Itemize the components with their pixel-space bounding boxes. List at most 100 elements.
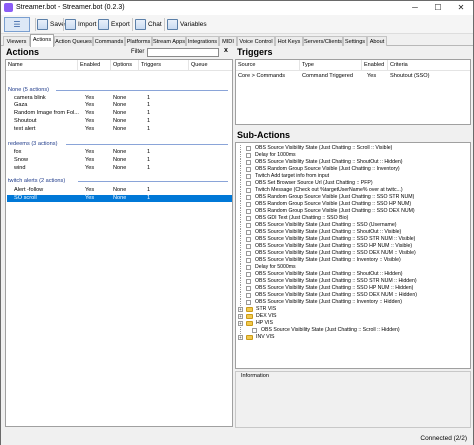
column-header-name[interactable]: Name [6,60,78,71]
import-button[interactable]: Import [65,17,96,32]
subaction-checkbox[interactable] [246,167,251,172]
subaction-item[interactable]: OBS GDI Text (Just Chatting :: SSO Bio) [236,215,468,222]
expand-icon[interactable]: + [238,314,243,319]
action-group-header[interactable]: redeems (3 actions) [8,140,57,148]
subaction-checkbox[interactable] [246,223,251,228]
tab-hot-keys[interactable]: Hot Keys [275,36,303,46]
column-header-enabled[interactable]: Enabled [362,60,388,71]
tab-integrations[interactable]: Integrations [186,36,219,46]
subaction-item[interactable]: OBS Random Group Source Visible (Just Ch… [236,201,468,208]
triggers-list[interactable]: Source Type Enabled Criteria Core > Comm… [235,59,471,125]
maximize-button[interactable]: ☐ [427,1,449,15]
subaction-checkbox[interactable] [246,209,251,214]
column-header-queue[interactable]: Queue [189,60,232,71]
action-row[interactable]: wind Yes None 1 [7,165,232,172]
subaction-group-dex[interactable]: + DEX VIS [236,313,468,320]
tab-action-queues[interactable]: Action Queues [54,36,93,46]
column-header-criteria[interactable]: Criteria [388,60,470,71]
subaction-checkbox[interactable] [246,237,251,242]
subaction-checkbox[interactable] [246,181,251,186]
action-row[interactable]: Gaza Yes None 1 [7,102,232,109]
subaction-item[interactable]: OBS Source Visibility State (Just Chatti… [236,159,468,166]
column-header-triggers[interactable]: Triggers [139,60,189,71]
chat-button[interactable]: Chat [135,17,162,32]
subaction-checkbox[interactable] [252,328,257,333]
subaction-checkbox[interactable] [246,216,251,221]
subaction-checkbox[interactable] [246,265,251,270]
subaction-item[interactable]: OBS Source Visibility State (Just Chatti… [236,257,468,264]
subaction-checkbox[interactable] [246,160,251,165]
subaction-item[interactable]: Delay for 1000ms [236,152,468,159]
tab-settings[interactable]: Settings [343,36,367,46]
expand-icon[interactable]: + [238,307,243,312]
subaction-item[interactable]: OBS Source Visibility State (Just Chatti… [236,145,468,152]
menu-button[interactable]: ☰ [4,17,30,32]
tab-actions[interactable]: Actions [30,34,54,47]
subaction-item[interactable]: OBS Source Visibility State (Just Chatti… [236,299,468,306]
tab-midi[interactable]: MIDI [219,36,237,46]
subaction-item[interactable]: OBS Set Browser Source Url (Just Chattin… [236,180,468,187]
subaction-item[interactable]: OBS Source Visibility State (Just Chatti… [236,327,468,334]
subaction-item[interactable]: Delay for 5000ms [236,264,468,271]
variables-button[interactable]: Variables [167,17,207,32]
clear-filter-button[interactable]: x [224,47,228,54]
subaction-checkbox[interactable] [246,258,251,263]
subaction-checkbox[interactable] [246,230,251,235]
subaction-item[interactable]: OBS Source Visibility State (Just Chatti… [236,271,468,278]
filter-input[interactable] [147,48,219,57]
subaction-checkbox[interactable] [246,202,251,207]
subaction-item[interactable]: OBS Source Visibility State (Just Chatti… [236,236,468,243]
action-row[interactable]: Shoutout Yes None 1 [7,118,232,125]
subaction-item[interactable]: OBS Random Group Source Visible (Just Ch… [236,194,468,201]
tab-viewers[interactable]: Viewers [3,36,30,46]
action-row[interactable]: camera blink Yes None 1 [7,95,232,102]
close-button[interactable]: ✕ [450,1,472,15]
subaction-checkbox[interactable] [246,153,251,158]
subaction-item[interactable]: OBS Source Visibility State (Just Chatti… [236,285,468,292]
tab-voice-control[interactable]: Voice Control [237,36,275,46]
subaction-checkbox[interactable] [246,293,251,298]
subaction-checkbox[interactable] [246,279,251,284]
action-group-header[interactable]: twitch alerts (2 actions) [8,177,65,185]
subaction-item[interactable]: OBS Source Visibility State (Just Chatti… [236,292,468,299]
subaction-item[interactable]: OBS Source Visibility State (Just Chatti… [236,222,468,229]
export-button[interactable]: Export [98,17,130,32]
subaction-checkbox[interactable] [246,272,251,277]
trigger-row[interactable]: Core > Commands Command Triggered Yes Sh… [236,72,470,80]
minimize-button[interactable]: ─ [404,1,426,15]
action-row[interactable]: Alert -follow Yes None 1 [7,187,232,194]
column-header-options[interactable]: Options [111,60,139,71]
subaction-checkbox[interactable] [246,300,251,305]
column-header-type[interactable]: Type [300,60,362,71]
subaction-checkbox[interactable] [246,286,251,291]
expand-icon[interactable]: + [238,321,243,326]
subaction-item[interactable]: OBS Source Visibility State (Just Chatti… [236,250,468,257]
column-header-source[interactable]: Source [236,60,300,71]
subactions-tree[interactable]: OBS Source Visibility State (Just Chatti… [235,142,471,369]
subaction-checkbox[interactable] [246,174,251,179]
subaction-item[interactable]: OBS Random Group Source Visible (Just Ch… [236,208,468,215]
subaction-group-hp[interactable]: + HP VIS [236,320,468,327]
expand-icon[interactable]: + [238,335,243,340]
tab-about[interactable]: About [367,36,387,46]
action-row[interactable]: text alert Yes None 1 [7,126,232,133]
action-row-selected[interactable]: SO scroll Yes None 1 [7,195,232,202]
tab-platforms[interactable]: Platforms [125,36,152,46]
column-header-enabled[interactable]: Enabled [78,60,111,71]
action-row[interactable]: Snow Yes None 1 [7,157,232,164]
subaction-checkbox[interactable] [246,244,251,249]
subaction-group-inv[interactable]: + INV VIS [236,334,468,341]
subaction-checkbox[interactable] [246,188,251,193]
subaction-item[interactable]: OBS Random Group Source Visible (Just Ch… [236,166,468,173]
save-button[interactable]: Save [37,17,65,32]
subaction-checkbox[interactable] [246,195,251,200]
action-group-header[interactable]: None (5 actions) [8,86,49,94]
subaction-item[interactable]: Twitch Message (Check out %targetUserNam… [236,187,468,194]
tab-stream-apps[interactable]: Stream Apps [152,36,186,46]
subaction-item[interactable]: OBS Source Visibility State (Just Chatti… [236,278,468,285]
action-row[interactable]: Random Image from Fol... Yes None 1 [7,110,232,117]
tab-servers-clients[interactable]: Servers/Clients [303,36,343,46]
action-row[interactable]: fox Yes None 1 [7,149,232,156]
actions-list[interactable]: Name Enabled Options Triggers Queue None… [5,59,233,427]
subaction-item[interactable]: OBS Source Visibility State (Just Chatti… [236,229,468,236]
